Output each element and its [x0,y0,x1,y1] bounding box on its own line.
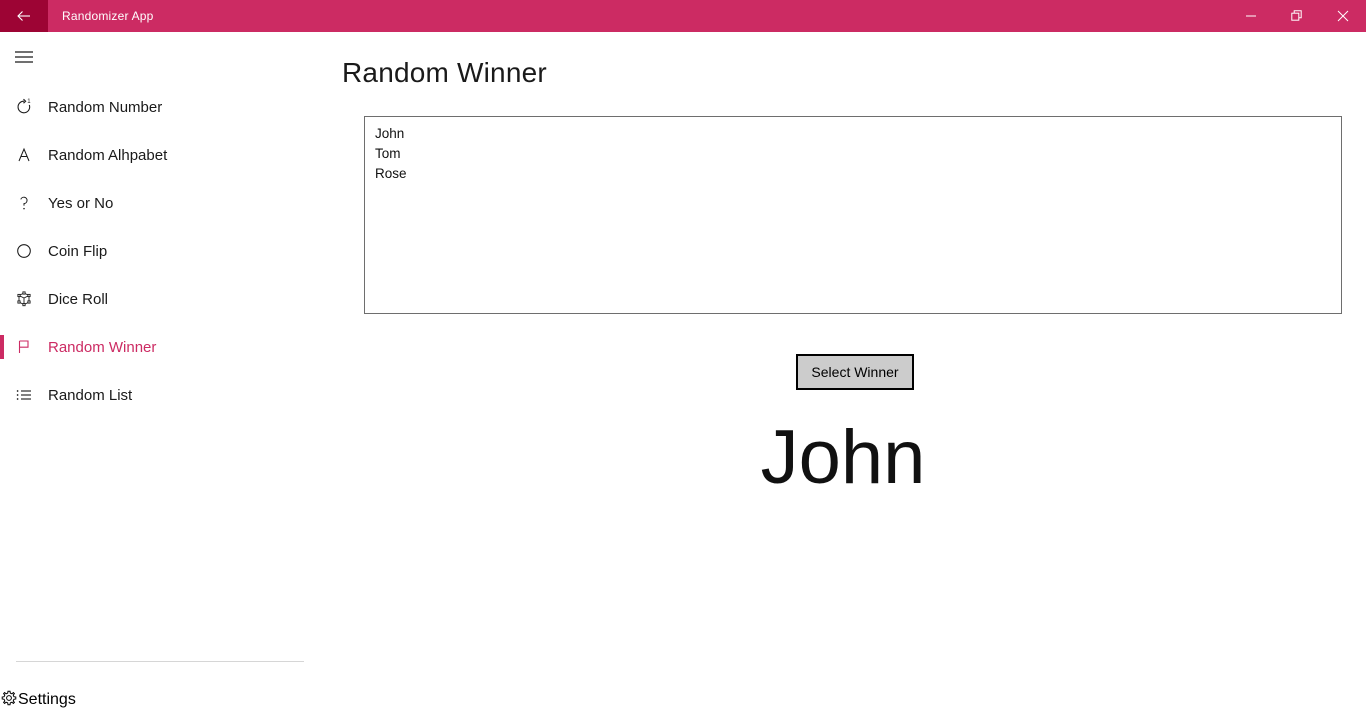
restore-icon [1291,10,1303,22]
back-button[interactable] [0,0,48,32]
window-title: Randomizer App [62,9,154,23]
sidebar-item-label: Dice Roll [48,290,109,308]
hamburger-menu-icon [14,50,34,69]
sidebar-item-label: Random Alhpabet [48,146,168,164]
restore-button[interactable] [1274,0,1320,32]
back-arrow-icon [16,8,32,24]
letter-a-icon [0,135,48,175]
sidebar-item-list: 1 Random Number Random Alhpabet Yes or N… [0,87,320,415]
sidebar-item-random-number[interactable]: 1 Random Number [0,87,320,127]
sidebar-item-yes-or-no[interactable]: Yes or No [0,183,320,223]
app-window: Randomizer App 1 Random Number Random Al… [0,0,1366,728]
winner-result: John [760,415,926,500]
minimize-icon [1245,10,1257,22]
sidebar-item-settings[interactable]: Settings [0,680,320,720]
sidebar-item-coin-flip[interactable]: Coin Flip [0,231,320,271]
sidebar-navigation: 1 Random Number Random Alhpabet Yes or N… [0,32,320,728]
page-title: Random Winner [342,57,547,88]
minimize-button[interactable] [1228,0,1274,32]
close-button[interactable] [1320,0,1366,32]
cube-icon [0,279,48,319]
sidebar-item-label: Random Number [48,98,163,116]
sidebar-item-random-alphabet[interactable]: Random Alhpabet [0,135,320,175]
repeat-one-icon: 1 [0,87,48,127]
sidebar-item-label: Random Winner [48,338,157,356]
svg-text:1: 1 [27,99,31,105]
sidebar-item-random-winner[interactable]: Random Winner [0,327,320,367]
circle-icon [0,231,48,271]
gear-icon [0,689,18,712]
main-content: Random Winner Select Winner John [320,32,1366,728]
titlebar-spacer [154,0,1228,32]
sidebar-divider [16,661,304,662]
window-controls [1228,0,1366,32]
sidebar-item-random-list[interactable]: Random List [0,375,320,415]
hamburger-menu-button[interactable] [0,35,48,83]
bulleted-list-icon [0,375,48,415]
selection-indicator [0,335,4,359]
close-icon [1337,10,1349,22]
title-bar: Randomizer App [0,0,1366,32]
sidebar-item-label: Coin Flip [48,242,108,260]
sidebar-footer: Settings [0,661,320,720]
question-mark-icon [0,183,48,223]
select-winner-button[interactable]: Select Winner [796,354,914,390]
flag-icon [0,327,48,367]
sidebar-item-label: Yes or No [48,194,114,212]
sidebar-item-dice-roll[interactable]: Dice Roll [0,279,320,319]
names-input[interactable] [364,116,1342,314]
sidebar-item-label: Random List [48,386,133,404]
settings-label: Settings [18,691,76,708]
